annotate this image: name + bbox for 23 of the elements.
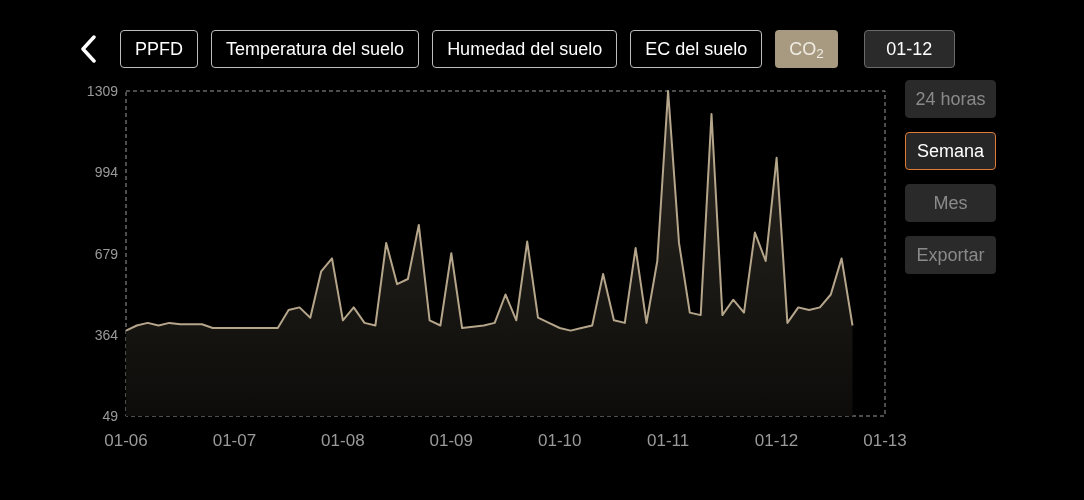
tab[interactable]: PPFD bbox=[120, 30, 198, 68]
tab[interactable]: EC del suelo bbox=[630, 30, 763, 68]
x-tick-label: 01-12 bbox=[754, 431, 799, 450]
tab[interactable]: Temperatura del suelo bbox=[211, 30, 420, 68]
y-tick-label: 679 bbox=[94, 245, 118, 262]
range-option[interactable]: 24 horas bbox=[905, 80, 996, 118]
y-tick-label: 1309 bbox=[86, 83, 118, 99]
range-option[interactable]: Mes bbox=[905, 184, 996, 222]
x-tick-label: 01-13 bbox=[863, 431, 907, 450]
export-button[interactable]: Exportar bbox=[905, 236, 996, 274]
range-option[interactable]: Semana bbox=[905, 132, 996, 170]
x-tick-label: 01-06 bbox=[104, 431, 148, 450]
x-tick-label: 01-07 bbox=[212, 431, 257, 450]
y-tick-label: 994 bbox=[94, 164, 118, 181]
x-tick-label: 01-09 bbox=[429, 431, 474, 450]
date-button[interactable]: 01-12 bbox=[863, 30, 955, 68]
x-tick-label: 01-08 bbox=[321, 431, 365, 450]
x-tick-label: 01-11 bbox=[647, 431, 690, 450]
y-tick-label: 49 bbox=[102, 408, 118, 424]
x-tick-label: 01-10 bbox=[537, 431, 582, 450]
back-icon[interactable] bbox=[80, 35, 96, 63]
tab[interactable]: Humedad del suelo bbox=[432, 30, 618, 68]
y-tick-label: 364 bbox=[94, 326, 118, 343]
